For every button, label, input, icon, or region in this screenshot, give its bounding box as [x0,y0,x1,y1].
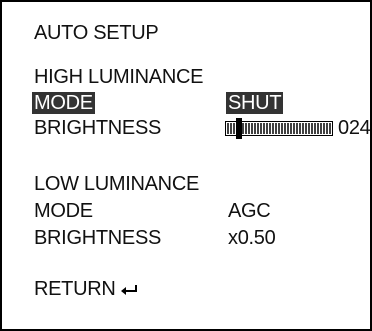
low-mode-label[interactable]: MODE [34,200,93,222]
return-item[interactable]: RETURN [34,278,138,301]
low-brightness-label[interactable]: BRIGHTNESS [34,227,161,249]
slider-thumb[interactable] [236,118,242,139]
high-brightness-slider[interactable] [225,118,333,139]
high-mode-value: SHUT [226,92,284,114]
high-brightness-value: 024 [338,117,371,139]
low-brightness-value[interactable]: x0.50 [228,227,276,249]
osd-menu-screen: AUTO SETUP HIGH LUMINANCE MODE SHUT BRIG… [0,0,372,331]
menu-title: AUTO SETUP [34,22,159,44]
return-label: RETURN [34,278,116,300]
enter-arrow-icon [120,279,138,301]
high-mode-value-wrap[interactable]: SHUT [226,92,284,114]
low-luminance-heading: LOW LUMINANCE [34,173,200,195]
low-mode-value[interactable]: AGC [228,200,271,222]
high-mode-label: MODE [32,92,95,114]
high-brightness-label: BRIGHTNESS [34,117,162,139]
high-mode-row[interactable]: MODE [32,92,95,114]
high-luminance-heading: HIGH LUMINANCE [34,66,204,88]
